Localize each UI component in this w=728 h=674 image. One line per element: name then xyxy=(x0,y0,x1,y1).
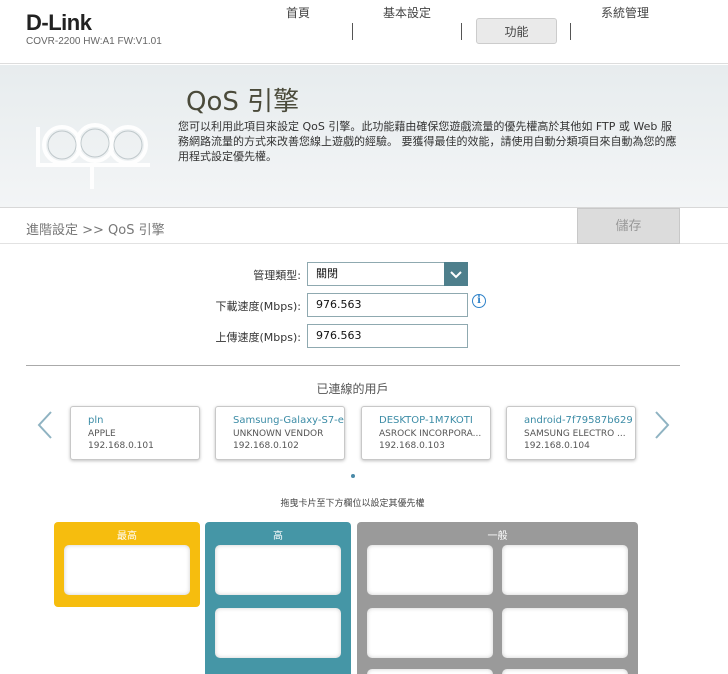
priority-highest-label: 最高 xyxy=(117,531,137,542)
download-speed-label: 下載速度(Mbps): xyxy=(215,300,301,313)
nav-basic-settings[interactable]: 基本設定 xyxy=(366,0,448,26)
nav-system-management[interactable]: 系統管理 xyxy=(584,0,666,26)
client-card[interactable]: DESKTOP-1M7KOTI ASROCK INCORPORA... 192.… xyxy=(361,406,491,460)
upload-speed-label: 上傳速度(Mbps): xyxy=(215,331,301,344)
brand: D-Link COVR-2200 HW:A1 FW:V1.01 xyxy=(26,10,162,48)
client-name: DESKTOP-1M7KOTI xyxy=(379,415,473,426)
breadcrumb: 進階設定 >> QoS 引擎 xyxy=(26,223,165,238)
client-card[interactable]: android-7f79587b629 SAMSUNG ELECTRO ... … xyxy=(506,406,636,460)
client-vendor: SAMSUNG ELECTRO ... xyxy=(524,429,626,439)
nav-separator xyxy=(570,23,571,40)
priority-slot[interactable] xyxy=(502,608,628,658)
priority-high-zone[interactable]: 高 xyxy=(205,522,351,674)
client-ip: 192.168.0.103 xyxy=(379,441,445,451)
client-name: Samsung-Galaxy-S7-e xyxy=(233,415,344,426)
client-name: android-7f79587b629 xyxy=(524,415,633,426)
client-card[interactable]: pln APPLE 192.168.0.101 xyxy=(70,406,200,460)
divider xyxy=(26,365,680,366)
upload-speed-input[interactable]: 976.563 xyxy=(307,324,468,348)
nav-features[interactable]: 功能 xyxy=(476,18,557,44)
qos-gauges-icon xyxy=(36,123,150,189)
priority-high-label: 高 xyxy=(273,531,283,542)
priority-slot[interactable] xyxy=(367,608,493,658)
client-card[interactable]: Samsung-Galaxy-S7-e UNKNOWN VENDOR 192.1… xyxy=(215,406,345,460)
drag-hint: 拖曳卡片至下方欄位以設定其優先權 xyxy=(280,499,425,509)
info-icon[interactable]: i xyxy=(472,294,486,308)
feature-banner: QoS 引擎 您可以利用此項目來設定 QoS 引擎。此功能藉由確保您遊戲流量的優… xyxy=(0,65,728,208)
page-title: QoS 引擎 xyxy=(186,87,300,117)
management-type-row: 管理類型: xyxy=(0,262,301,286)
priority-normal-zone[interactable]: 一般 xyxy=(357,522,638,674)
client-ip: 192.168.0.101 xyxy=(88,441,154,451)
nav-separator xyxy=(461,23,462,40)
priority-slot[interactable] xyxy=(502,669,628,674)
top-header: D-Link COVR-2200 HW:A1 FW:V1.01 首頁 基本設定 … xyxy=(0,0,728,64)
priority-slot[interactable] xyxy=(215,545,341,595)
priority-slot[interactable] xyxy=(367,545,493,595)
management-type-select[interactable]: 關閉 xyxy=(307,262,468,286)
priority-slot[interactable] xyxy=(64,545,190,595)
chevron-right-icon[interactable] xyxy=(653,410,671,440)
connected-clients-title: 已連線的用戶 xyxy=(316,382,389,396)
management-type-value: 關閉 xyxy=(316,267,338,280)
nav-home[interactable]: 首頁 xyxy=(260,0,336,26)
priority-slot[interactable] xyxy=(502,545,628,595)
upload-speed-row: 上傳速度(Mbps): xyxy=(0,324,301,348)
priority-highest-zone[interactable]: 最高 xyxy=(54,522,200,607)
priority-slot[interactable] xyxy=(367,669,493,674)
chevron-down-icon[interactable] xyxy=(444,262,468,286)
page-description: 您可以利用此項目來設定 QoS 引擎。此功能藉由確保您遊戲流量的優先權高於其他如… xyxy=(178,120,677,163)
client-vendor: ASROCK INCORPORA... xyxy=(379,429,482,439)
download-speed-row: 下載速度(Mbps): xyxy=(0,293,301,317)
client-vendor: UNKNOWN VENDOR xyxy=(233,429,324,439)
client-name: pln xyxy=(88,415,104,426)
save-button[interactable]: 儲存 xyxy=(577,208,680,244)
carousel-page-indicator[interactable] xyxy=(351,474,355,478)
download-speed-input[interactable]: 976.563 xyxy=(307,293,468,317)
priority-slot[interactable] xyxy=(215,608,341,658)
priority-normal-label: 一般 xyxy=(487,531,508,542)
client-vendor: APPLE xyxy=(88,429,116,439)
chevron-left-icon[interactable] xyxy=(36,410,54,440)
model-info: COVR-2200 HW:A1 FW:V1.01 xyxy=(26,36,162,47)
breadcrumb-bar: 進階設定 >> QoS 引擎 儲存 xyxy=(0,208,728,244)
dlink-logo: D-Link xyxy=(26,10,92,35)
client-ip: 192.168.0.104 xyxy=(524,441,590,451)
client-ip: 192.168.0.102 xyxy=(233,441,299,451)
management-type-label: 管理類型: xyxy=(253,269,301,282)
nav-separator xyxy=(352,23,353,40)
